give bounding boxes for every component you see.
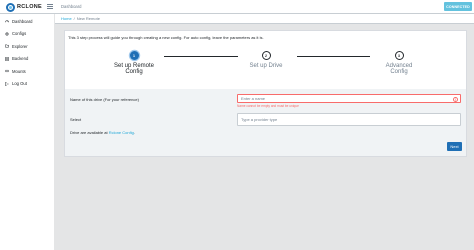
name-input[interactable]: Enter a name !: [237, 94, 461, 103]
sidebar-item-label: Explorer: [12, 43, 28, 49]
sidebar-item-label: Backend: [12, 56, 29, 62]
step-1-indicator: 1: [129, 51, 139, 60]
connection-status-button[interactable]: CONNECTED: [444, 2, 472, 11]
sidebar-item-configs[interactable]: Configs: [0, 28, 54, 41]
next-button[interactable]: Next: [447, 142, 462, 151]
select-label: Select: [70, 117, 82, 122]
wizard-step-1: 1 Set up Remote Config: [104, 51, 164, 76]
name-input-placeholder: Enter a name: [241, 96, 266, 101]
sidebar-item-label: Configs: [12, 31, 27, 37]
step-3-indicator: 3: [394, 51, 404, 60]
step-connector-2: [297, 56, 370, 58]
drives-available-prefix: Drive are available at: [70, 130, 108, 135]
header-dashboard-link[interactable]: Dashboard: [61, 4, 82, 9]
step-3-label: Advanced Config: [369, 63, 429, 76]
breadcrumb: Home / New Remote: [55, 14, 474, 24]
sidebar-item-label: Log Out: [12, 81, 27, 87]
rclone-logo-icon: [6, 2, 15, 12]
name-label: Name of this drive (For your reference): [70, 97, 139, 102]
folder-icon: [5, 44, 9, 48]
sidebar-item-explorer[interactable]: Explorer: [0, 40, 54, 53]
step-1-label-line2: Config: [125, 69, 143, 76]
sidebar-item-backend[interactable]: Backend: [0, 53, 54, 66]
breadcrumb-separator: /: [73, 16, 75, 21]
breadcrumb-current: New Remote: [76, 16, 100, 21]
wizard-intro-text: This 3 step process will guide you throu…: [68, 35, 264, 40]
step-connector-1: [164, 56, 238, 58]
remote-config-form: Name of this drive (For your reference) …: [65, 89, 466, 156]
drives-available-text: Drive are available at Rclone Config.: [70, 130, 135, 135]
sidebar-item-label: Dashboard: [12, 18, 33, 24]
step-2-indicator: 2: [261, 51, 271, 60]
sidebar-item-dashboard[interactable]: Dashboard: [0, 15, 54, 28]
new-remote-card: This 3 step process will guide you throu…: [64, 30, 467, 157]
rclone-config-link[interactable]: Rclone Config: [109, 130, 134, 135]
step-2-label-line1: Set up Drive: [249, 63, 283, 69]
wizard-step-2: 2 Set up Drive: [236, 51, 296, 69]
error-icon: !: [453, 96, 458, 102]
step-1-label: Set up Remote Config: [104, 63, 164, 76]
sidebar-item-label: Mounts: [12, 68, 26, 74]
name-error-message: Name cannot be empty and must be unique: [237, 104, 299, 108]
provider-type-input[interactable]: Type a provider type: [237, 113, 461, 126]
menu-toggle-icon[interactable]: [47, 4, 53, 9]
top-bar: RCLONE Dashboard CONNECTED: [0, 0, 474, 14]
gear-icon: [5, 32, 9, 36]
server-icon: [5, 56, 9, 61]
breadcrumb-home-link[interactable]: Home: [61, 16, 72, 21]
sidebar: Dashboard Configs Explorer Backend Mount…: [0, 14, 55, 250]
logo-text: RCLONE: [17, 4, 43, 10]
step-2-label: Set up Drive: [236, 63, 296, 69]
logout-icon: [5, 81, 9, 86]
wizard-step-3: 3 Advanced Config: [369, 51, 429, 76]
speedometer-icon: [5, 19, 9, 23]
step-3-label-line2: Config: [390, 69, 408, 76]
sidebar-item-mounts[interactable]: Mounts: [0, 65, 54, 78]
drives-available-suffix: .: [133, 130, 135, 135]
drive-icon: [5, 69, 9, 73]
app-logo[interactable]: RCLONE: [6, 2, 42, 12]
provider-input-placeholder: Type a provider type: [241, 117, 278, 122]
sidebar-item-logout[interactable]: Log Out: [0, 78, 54, 91]
